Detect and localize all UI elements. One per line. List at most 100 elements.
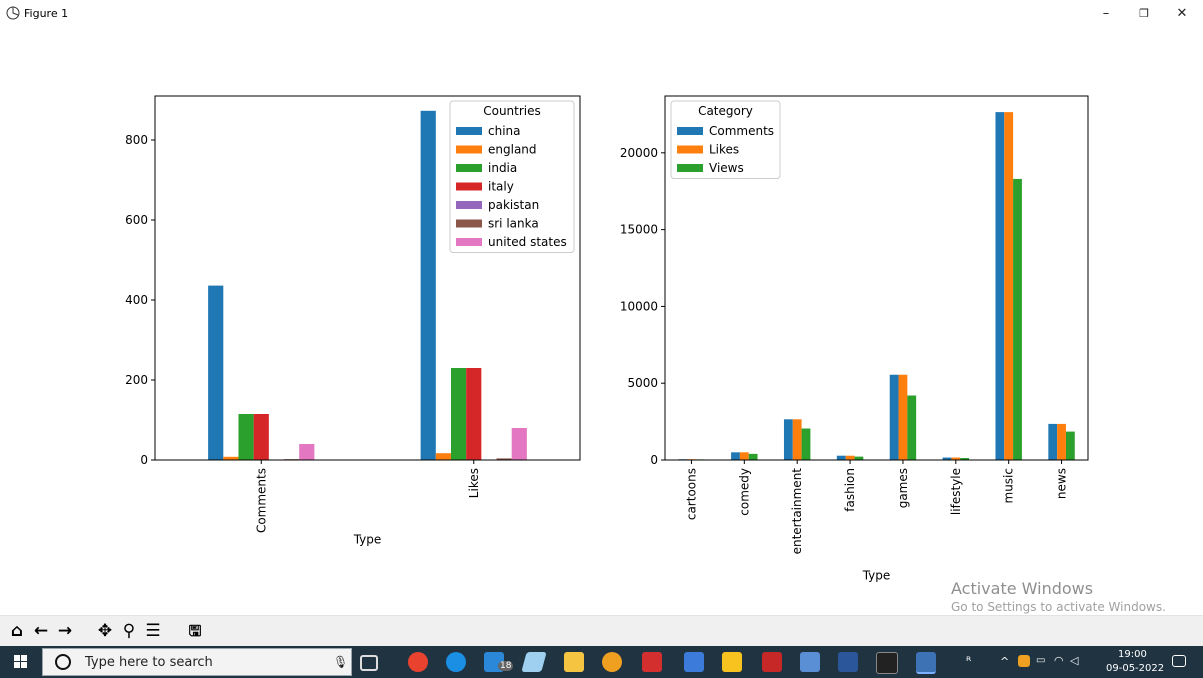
acrobat-icon[interactable] [762, 652, 782, 672]
task-view-icon[interactable] [360, 655, 378, 671]
ytick-label-0-800: 800 [125, 133, 148, 147]
chevron-up-icon[interactable]: ^ [1000, 655, 1009, 668]
bar-1-Likes-4 [898, 374, 908, 460]
terminal-icon[interactable] [876, 652, 898, 674]
legend-label-0-sri-lanka: sri lanka [488, 217, 539, 231]
legend-swatch-1-2 [677, 164, 703, 172]
xaxis-label-0: Type [353, 533, 382, 547]
bar-1-Views-1 [748, 453, 758, 460]
xtick-label-0-Comments: Comments [254, 468, 268, 533]
legend-swatch-0-0 [456, 127, 482, 135]
clock-time[interactable]: 19:00 [1118, 649, 1147, 660]
bar-1-Views-7 [1065, 431, 1075, 460]
legend-swatch-0-4 [456, 201, 482, 209]
legend-swatch-0-3 [456, 182, 482, 191]
tray-app-icon[interactable] [1018, 655, 1030, 667]
ytick-label-1-5000: 5000 [627, 376, 658, 390]
ccleaner-icon[interactable] [642, 652, 662, 672]
store-icon[interactable] [564, 652, 584, 672]
bar-1-Views-3 [854, 456, 864, 460]
legend-swatch-0-6 [456, 238, 482, 246]
xtick-label-1-news: news [1055, 468, 1069, 499]
clock-date[interactable]: 09-05-2022 [1106, 663, 1164, 674]
legend-swatch-0-2 [456, 164, 482, 172]
zoom-icon[interactable]: ⚲ [118, 620, 140, 642]
charts-svg: 0 200 400 600 800 Comments Likes Type Countries c… [125, 95, 1089, 583]
xtick-label-1-entertainment: entertainment [790, 468, 804, 555]
edge-browser-icon[interactable] [446, 652, 466, 672]
ytick-label-0-0: 0 [140, 453, 148, 467]
bar-1-Views-4 [907, 395, 917, 460]
file-explorer-icon[interactable] [722, 652, 742, 672]
legend-title-1: Category [698, 104, 753, 118]
bar-1-Likes-3 [845, 455, 855, 460]
legend-label-0-pakistan: pakistan [488, 198, 539, 212]
legend-swatch-0-1 [456, 145, 482, 154]
bar-1-Comments-1 [731, 452, 740, 460]
ytick-label-1-0: 0 [650, 453, 658, 467]
chrome-app-icon[interactable] [408, 652, 428, 672]
paint-icon[interactable] [800, 652, 820, 672]
legend-label-0-united-states: united states [488, 235, 567, 249]
forward-arrow-icon[interactable]: → [54, 620, 76, 642]
xtick-label-1-lifestyle: lifestyle [949, 468, 963, 515]
bar-0-china-0 [208, 285, 224, 460]
configure-subplots-icon[interactable]: ☰ [142, 620, 164, 642]
bar-0-china-1 [420, 110, 436, 461]
window-title: Figure 1 [24, 7, 69, 20]
cortana-circle-icon [55, 654, 71, 670]
xtick-label-1-comedy: comedy [737, 468, 751, 516]
pan-icon[interactable]: ✥ [94, 620, 116, 642]
ytick-label-1-15000: 15000 [620, 223, 658, 237]
notifications-icon[interactable] [1172, 655, 1186, 667]
bar-1-Comments-6 [995, 112, 1005, 460]
xtick-label-0-Likes: Likes [467, 468, 481, 498]
legend-label-1-Views: Views [709, 161, 744, 175]
activate-windows-subtitle: Go to Settings to activate Windows. [951, 600, 1166, 614]
xtick-label-1-music: music [1002, 468, 1016, 503]
bar-0-india-1 [450, 368, 467, 460]
taskbar-search-box[interactable]: Type here to search 🎙 [42, 648, 352, 676]
legend-swatch-1-1 [677, 145, 703, 154]
bar-0-england-1 [435, 453, 451, 460]
microphone-icon[interactable]: 🎙 [333, 655, 348, 669]
bar-1-Likes-6 [1004, 112, 1014, 460]
restore-button[interactable]: ❐ [1130, 4, 1158, 24]
xaxis-label-1: Type [862, 569, 891, 583]
legend-title-0: Countries [483, 104, 541, 118]
bar-0-italy-1 [466, 368, 482, 460]
word-icon[interactable] [838, 652, 858, 672]
home-icon[interactable]: ⌂ [6, 620, 28, 642]
xtick-label-1-cartoons: cartoons [684, 468, 698, 520]
python-app-icon[interactable] [916, 652, 936, 674]
bar-1-Comments-2 [783, 419, 793, 460]
plot-toolbar: ⌂ ← → ✥ ⚲ ☰ 🖫 [0, 615, 1203, 647]
bar-0-united-states-0 [299, 444, 315, 460]
python-file-icon[interactable] [684, 652, 704, 672]
search-placeholder: Type here to search [85, 655, 213, 670]
save-icon[interactable]: 🖫 [184, 620, 206, 642]
close-button[interactable]: ✕ [1168, 4, 1196, 24]
legend-label-1-Likes: Likes [709, 143, 739, 157]
bar-1-Likes-1 [739, 452, 749, 460]
volume-icon[interactable]: ◁ [1070, 654, 1078, 667]
windows-start-icon[interactable] [0, 646, 42, 678]
bar-1-Comments-7 [1048, 423, 1058, 460]
bar-1-Likes-7 [1057, 423, 1066, 460]
notepad-icon[interactable] [521, 652, 547, 672]
bar-1-Views-6 [1013, 178, 1022, 460]
bar-1-Comments-3 [836, 455, 846, 460]
xtick-label-1-games: games [896, 468, 910, 508]
ytick-label-1-10000: 10000 [620, 299, 658, 313]
back-arrow-icon[interactable]: ← [30, 620, 52, 642]
minimize-button[interactable]: – [1092, 4, 1120, 24]
window-title-bar: Figure 1 – ❐ ✕ [0, 0, 1203, 28]
xtick-label-1-fashion: fashion [843, 468, 857, 512]
figure-app-icon [6, 6, 20, 20]
bar-1-Likes-2 [792, 419, 802, 460]
chrome-browser-icon[interactable] [602, 652, 622, 672]
battery-icon[interactable]: ▭ [1036, 655, 1045, 666]
wifi-icon[interactable]: ◠ [1054, 654, 1064, 667]
people-icon[interactable]: ᴿ [966, 654, 971, 668]
legend-label-0-italy: italy [488, 180, 514, 194]
